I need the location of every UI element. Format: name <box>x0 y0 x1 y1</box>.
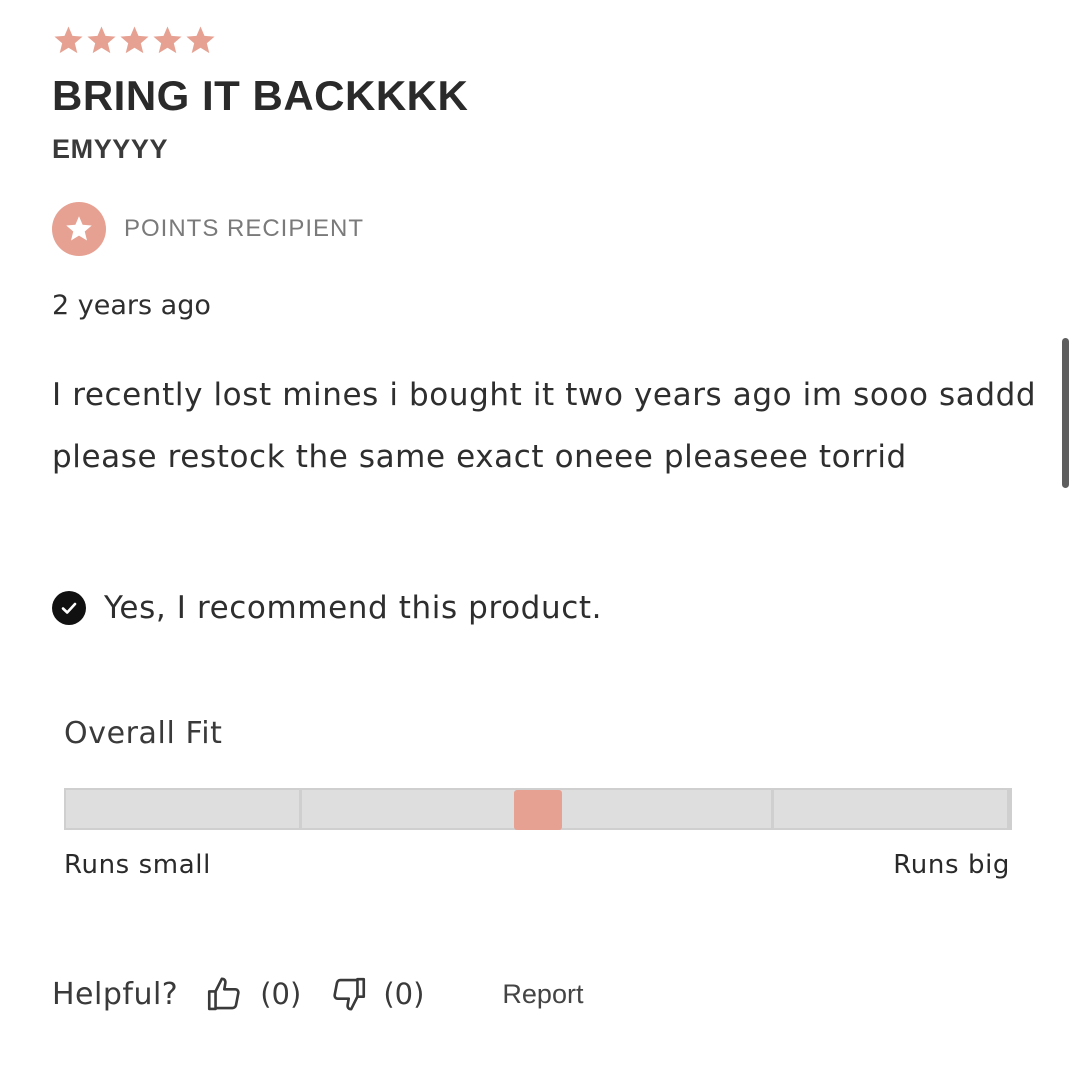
star-rating <box>52 24 217 57</box>
review-title: BRING IT BACKKKK <box>52 72 469 119</box>
fit-low-label: Runs small <box>64 850 211 880</box>
badge-label: POINTS RECIPIENT <box>124 215 365 242</box>
overall-fit-title: Overall Fit <box>64 716 223 751</box>
star-icon <box>120 26 149 54</box>
points-recipient-badge: POINTS RECIPIENT <box>52 202 364 256</box>
fit-high-label: Runs big <box>893 850 1010 880</box>
helpful-label: Helpful? <box>52 976 179 1012</box>
thumbs-up-icon <box>208 977 240 1011</box>
helpful-yes-count: (0) <box>260 977 302 1011</box>
helpful-no-button[interactable]: (0) <box>327 973 424 1015</box>
check-circle-icon <box>52 591 86 625</box>
recommendation: Yes, I recommend this product. <box>52 590 602 626</box>
fit-segment <box>774 790 1010 828</box>
fit-scale <box>64 788 1012 830</box>
report-link[interactable]: Report <box>502 979 583 1010</box>
star-icon <box>186 26 215 54</box>
star-icon <box>54 26 83 54</box>
scrollbar-thumb[interactable] <box>1062 338 1069 488</box>
reviewer-name: EMYYYY <box>52 134 169 164</box>
star-icon <box>153 26 182 54</box>
helpful-row: Helpful? (0) (0) Report <box>52 970 583 1018</box>
helpful-yes-button[interactable]: (0) <box>204 973 301 1015</box>
fit-segment <box>66 790 302 828</box>
thumbs-down-icon <box>333 977 366 1011</box>
helpful-no-count: (0) <box>383 977 425 1011</box>
star-icon <box>52 202 106 256</box>
review-body: I recently lost mines i bought it two ye… <box>52 377 1037 475</box>
recommend-label: Yes, I recommend this product. <box>104 590 603 626</box>
fit-marker <box>514 790 562 830</box>
fit-segment <box>538 790 774 828</box>
review-timestamp: 2 years ago <box>52 290 211 321</box>
star-icon <box>87 26 116 54</box>
fit-segment <box>302 790 538 828</box>
